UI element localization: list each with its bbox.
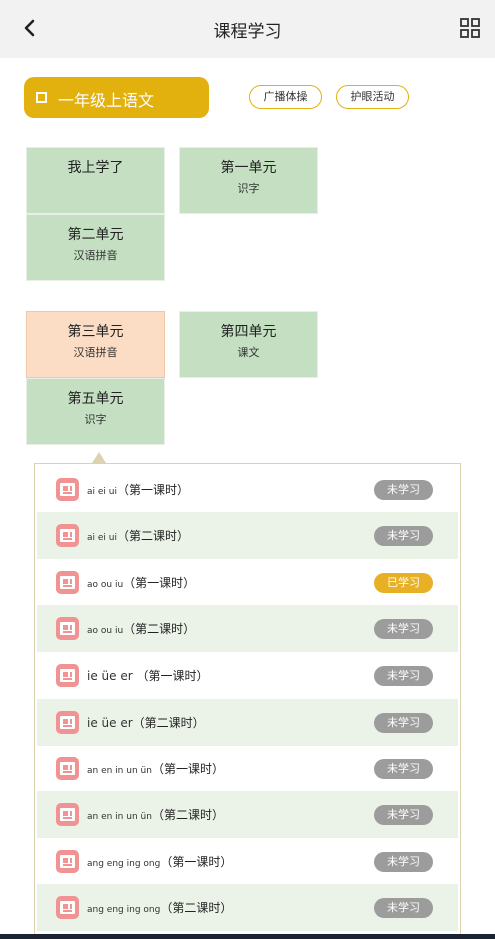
lesson-session: （第二课时） — [123, 622, 196, 636]
lesson-list-panel: ai ei ui（第一课时） 未学习 ai ei ui（第二课时） 未学习 ao… — [34, 463, 461, 939]
lesson-book-icon — [56, 524, 79, 547]
lesson-session: （第二课时） — [160, 901, 233, 915]
unit-name: 第二单元 — [67, 227, 124, 243]
lesson-session: （第一课时） — [136, 669, 209, 683]
status-badge: 未学习 — [374, 759, 433, 779]
lesson-book-icon — [56, 896, 79, 919]
lesson-row[interactable]: ang eng ing ong（第一课时） 未学习 — [37, 838, 458, 885]
unit-subtitle: 识字 — [84, 413, 107, 426]
unit-card-2[interactable]: 第二单元 汉语拼音 — [26, 214, 165, 281]
lesson-pinyin: ang eng ing ong — [87, 859, 161, 869]
panel-pointer-arrow — [92, 452, 106, 463]
broadcast-exercise-button[interactable]: 广播体操 — [249, 85, 322, 109]
status-badge: 未学习 — [374, 898, 433, 918]
lesson-row[interactable]: ang eng ing ong（第二课时） 未学习 — [37, 884, 458, 931]
page-title: 课程学习 — [213, 22, 282, 42]
eye-care-activity-button[interactable]: 护眼活动 — [336, 85, 409, 109]
lesson-book-icon — [56, 664, 79, 687]
unit-card-intro[interactable]: 我上学了 — [26, 147, 165, 214]
lesson-session: （第一课时） — [123, 576, 196, 590]
course-selector-button[interactable]: 一年级上语文 — [24, 77, 209, 118]
unit-card-3[interactable]: 第三单元 汉语拼音 — [26, 311, 165, 378]
lesson-session: （第二课时） — [151, 808, 224, 822]
lesson-pinyin: an en in un ün — [87, 812, 152, 822]
status-badge: 未学习 — [374, 480, 433, 500]
status-badge: 已学习 — [374, 573, 433, 593]
lesson-book-icon — [56, 617, 79, 640]
status-badge: 未学习 — [374, 713, 433, 733]
lesson-pinyin: ie üe er — [87, 669, 137, 683]
grid-icon[interactable] — [460, 18, 480, 38]
unit-name: 第一单元 — [220, 160, 277, 176]
lesson-session: （第一课时） — [151, 762, 224, 776]
unit-card-1[interactable]: 第一单元 识字 — [179, 147, 318, 214]
lesson-session: （第一课时） — [160, 855, 233, 869]
unit-subtitle: 识字 — [237, 182, 260, 195]
lesson-row[interactable]: ie üe er（第二课时） 未学习 — [37, 699, 458, 746]
lesson-row[interactable]: an en in un ün（第二课时） 未学习 — [37, 791, 458, 838]
lesson-book-icon — [56, 757, 79, 780]
lesson-pinyin: an en in un ün — [87, 766, 152, 776]
lesson-book-icon — [56, 711, 79, 734]
lesson-book-icon — [56, 803, 79, 826]
lesson-book-icon — [56, 571, 79, 594]
lesson-row[interactable]: ao ou iu（第一课时） 已学习 — [37, 559, 458, 606]
lesson-pinyin: ie üe er — [87, 716, 133, 730]
lesson-pinyin: ao ou iu — [87, 626, 124, 636]
lesson-pinyin: ai ei ui — [87, 533, 117, 543]
status-badge: 未学习 — [374, 526, 433, 546]
unit-card-4[interactable]: 第四单元 课文 — [179, 311, 318, 378]
unit-subtitle: 汉语拼音 — [73, 346, 118, 359]
top-nav-bar: 课程学习 — [0, 0, 495, 58]
lesson-row[interactable]: ie üe er （第一课时） 未学习 — [37, 652, 458, 699]
lesson-row[interactable]: ao ou iu（第二课时） 未学习 — [37, 605, 458, 652]
lesson-book-icon — [56, 850, 79, 873]
status-badge: 未学习 — [374, 852, 433, 872]
unit-name: 第四单元 — [220, 324, 277, 340]
bottom-edge-bar — [0, 934, 495, 939]
unit-name: 第五单元 — [67, 391, 124, 407]
lesson-row[interactable]: ai ei ui（第二课时） 未学习 — [37, 512, 458, 559]
lesson-session: （第二课时） — [132, 716, 205, 730]
lesson-row[interactable]: ai ei ui（第一课时） 未学习 — [37, 466, 458, 513]
lesson-row[interactable]: an en in un ün（第一课时） 未学习 — [37, 745, 458, 792]
lesson-pinyin: ang eng ing ong — [87, 905, 161, 915]
unit-card-5[interactable]: 第五单元 识字 — [26, 378, 165, 445]
checkbox-square-icon — [36, 92, 47, 103]
unit-name: 第三单元 — [67, 324, 124, 340]
unit-name: 我上学了 — [67, 160, 124, 176]
lesson-pinyin: ai ei ui — [87, 487, 117, 497]
lesson-book-icon — [56, 478, 79, 501]
status-badge: 未学习 — [374, 666, 433, 686]
status-badge: 未学习 — [374, 805, 433, 825]
course-label: 一年级上语文 — [58, 91, 155, 110]
unit-subtitle: 汉语拼音 — [73, 249, 118, 262]
status-badge: 未学习 — [374, 619, 433, 639]
lesson-pinyin: ao ou iu — [87, 580, 124, 590]
lesson-session: （第二课时） — [116, 529, 189, 543]
unit-subtitle: 课文 — [237, 346, 260, 359]
lesson-session: （第一课时） — [116, 483, 189, 497]
